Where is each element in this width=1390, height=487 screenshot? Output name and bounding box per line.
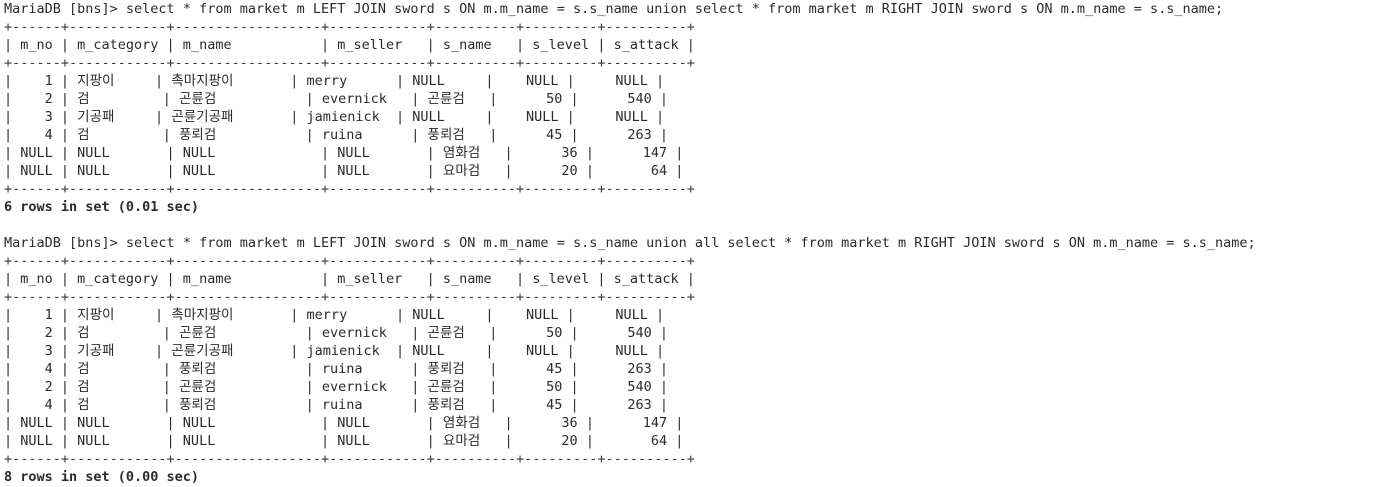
table-border-bottom: +------+------------+------------------+… — [4, 181, 695, 197]
table-border-top: +------+------------+------------------+… — [4, 253, 695, 269]
result-summary: 8 rows in set (0.00 sec) — [4, 469, 200, 485]
table-border-top: +------+------------+------------------+… — [4, 19, 695, 35]
table-row: | 4 | 검 | 풍뢰검 | ruina | 풍뢰검 | 45 | 263 | — [4, 361, 669, 377]
table-header-row: | m_no | m_category | m_name | m_seller … — [4, 271, 695, 287]
table-row: | 2 | 검 | 곤륜검 | evernick | 곤륜검 | 50 | 54… — [4, 379, 669, 395]
prompt: MariaDB [bns]> — [4, 235, 126, 251]
table-row: | 1 | 지팡이 | 촉마지팡이 | merry | NULL | NULL … — [4, 307, 665, 323]
table-row: | 3 | 기공패 | 곤륜기공패 | jamienick | NULL | N… — [4, 343, 665, 359]
table-border-bottom: +------+------------+------------------+… — [4, 451, 695, 467]
table-row: | 2 | 검 | 곤륜검 | evernick | 곤륜검 | 50 | 54… — [4, 91, 669, 107]
command-line: MariaDB [bns]> select * from market m LE… — [4, 0, 1390, 18]
table-border-header: +------+------------+------------------+… — [4, 289, 695, 305]
table-row: | NULL | NULL | NULL | NULL | 요마검 | 20 |… — [4, 433, 684, 449]
sql-command: select * from market m LEFT JOIN sword s… — [125, 1, 1224, 17]
table-row: | 1 | 지팡이 | 촉마지팡이 | merry | NULL | NULL … — [4, 73, 665, 89]
table-border-header: +------+------------+------------------+… — [4, 55, 695, 71]
table-row: | NULL | NULL | NULL | NULL | 요마검 | 20 |… — [4, 163, 684, 179]
result-summary: 6 rows in set (0.01 sec) — [4, 199, 200, 215]
table-header-row: | m_no | m_category | m_name | m_seller … — [4, 37, 695, 53]
command-line: MariaDB [bns]> select * from market m LE… — [4, 234, 1390, 252]
table-row: | 4 | 검 | 풍뢰검 | ruina | 풍뢰검 | 45 | 263 | — [4, 127, 669, 143]
table-row: | 3 | 기공패 | 곤륜기공패 | jamienick | NULL | N… — [4, 109, 665, 125]
terminal-output[interactable]: MariaDB [bns]> select * from market m LE… — [0, 0, 1390, 487]
sql-command: select * from market m LEFT JOIN sword s… — [125, 235, 1256, 251]
table-row: | 2 | 검 | 곤륜검 | evernick | 곤륜검 | 50 | 54… — [4, 325, 669, 341]
table-row: | NULL | NULL | NULL | NULL | 염화검 | 36 |… — [4, 415, 684, 431]
table-row: | NULL | NULL | NULL | NULL | 염화검 | 36 |… — [4, 145, 684, 161]
table-row: | 4 | 검 | 풍뢰검 | ruina | 풍뢰검 | 45 | 263 | — [4, 397, 669, 413]
prompt: MariaDB [bns]> — [4, 1, 126, 17]
